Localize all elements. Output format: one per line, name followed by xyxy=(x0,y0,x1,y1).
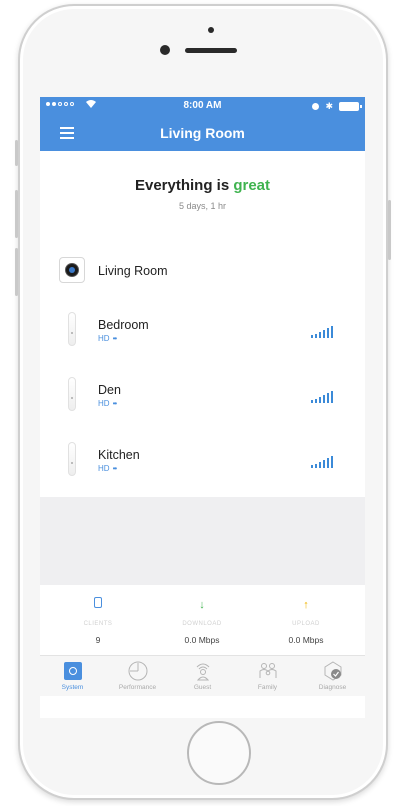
signal-bars-icon xyxy=(311,456,343,468)
stat-clients[interactable]: CLIENTS 9 xyxy=(44,597,152,645)
battery-icon xyxy=(339,102,362,111)
tab-performance[interactable]: Performance xyxy=(105,660,170,691)
volume-down-button xyxy=(15,248,18,296)
stat-value: 0.0 Mbps xyxy=(288,635,324,645)
tab-system[interactable]: System xyxy=(40,660,105,691)
status-headline-value: great xyxy=(233,177,271,194)
device-quality-label: HD xyxy=(98,334,110,343)
tab-label: System xyxy=(61,684,84,691)
device-quality: HD •• xyxy=(98,464,118,473)
device-quality-dots: •• xyxy=(112,334,118,343)
bluetooth-icon: ✱ xyxy=(325,101,333,111)
device-name: Kitchen xyxy=(98,448,140,462)
beacon-device-icon xyxy=(68,377,76,411)
stat-value: 0.0 Mbps xyxy=(184,635,220,645)
tab-guest[interactable]: Guest xyxy=(170,660,235,691)
family-icon xyxy=(235,660,300,682)
upload-arrow-icon: ↑ xyxy=(303,599,309,611)
tab-family[interactable]: Family xyxy=(235,660,300,691)
home-button[interactable] xyxy=(187,721,251,785)
device-quality-label: HD xyxy=(98,464,110,473)
stat-label: CLIENTS xyxy=(83,621,113,627)
performance-gauge-icon xyxy=(105,660,170,682)
front-camera xyxy=(160,45,170,55)
device-row-bedroom[interactable]: Bedroom HD •• xyxy=(40,312,365,352)
gateway-row[interactable]: Living Room xyxy=(40,257,365,287)
tab-label: Guest xyxy=(193,684,212,691)
stat-label: UPLOAD xyxy=(292,621,320,627)
system-icon xyxy=(63,662,82,680)
page-title: Living Room xyxy=(160,125,245,141)
signal-bars-icon xyxy=(311,326,343,338)
nav-bar: Living Room xyxy=(40,115,365,151)
proximity-sensor xyxy=(208,27,214,33)
app-screen: 8:00 AM ✱ Living Room Everything is grea… xyxy=(40,97,365,718)
tab-label: Diagnose xyxy=(318,684,347,691)
status-bar: 8:00 AM ✱ xyxy=(40,97,365,115)
alarm-icon xyxy=(312,103,320,110)
tab-bar: System Performance Guest Family Diagnose xyxy=(40,655,365,696)
gateway-device-icon xyxy=(59,257,85,283)
device-name: Den xyxy=(98,383,121,397)
gateway-name: Living Room xyxy=(98,264,168,278)
device-quality-dots: •• xyxy=(112,399,118,408)
phone-icon xyxy=(44,597,152,613)
empty-list-area xyxy=(40,497,365,585)
device-row-kitchen[interactable]: Kitchen HD •• xyxy=(40,442,365,482)
network-stats: CLIENTS 9 ↓ DOWNLOAD 0.0 Mbps ↑ UPLOAD 0… xyxy=(40,585,365,655)
device-quality: HD •• xyxy=(98,334,118,343)
volume-up-button xyxy=(15,190,18,238)
earpiece-speaker xyxy=(185,48,237,53)
stat-upload[interactable]: ↑ UPLOAD 0.0 Mbps xyxy=(252,597,360,645)
stat-label: DOWNLOAD xyxy=(182,621,222,627)
tab-diagnose[interactable]: Diagnose xyxy=(300,660,365,691)
device-quality: HD •• xyxy=(98,399,118,408)
network-status-headline: Everything is great xyxy=(40,177,365,194)
guest-icon xyxy=(170,660,235,682)
device-quality-label: HD xyxy=(98,399,110,408)
device-name: Bedroom xyxy=(98,318,149,332)
device-row-den[interactable]: Den HD •• xyxy=(40,377,365,417)
diagnose-icon xyxy=(300,660,365,682)
uptime-label: 5 days, 1 hr xyxy=(178,201,227,211)
tab-label: Family xyxy=(257,684,278,691)
device-quality-dots: •• xyxy=(112,464,118,473)
beacon-device-icon xyxy=(68,312,76,346)
stat-value: 9 xyxy=(95,635,101,645)
mute-switch xyxy=(15,140,18,166)
status-headline-prefix: Everything is xyxy=(134,177,234,194)
beacon-device-icon xyxy=(68,442,76,476)
power-button xyxy=(388,200,391,260)
stat-download[interactable]: ↓ DOWNLOAD 0.0 Mbps xyxy=(148,597,256,645)
download-arrow-icon: ↓ xyxy=(199,599,205,611)
tab-label: Performance xyxy=(118,684,157,691)
signal-bars-icon xyxy=(311,391,343,403)
